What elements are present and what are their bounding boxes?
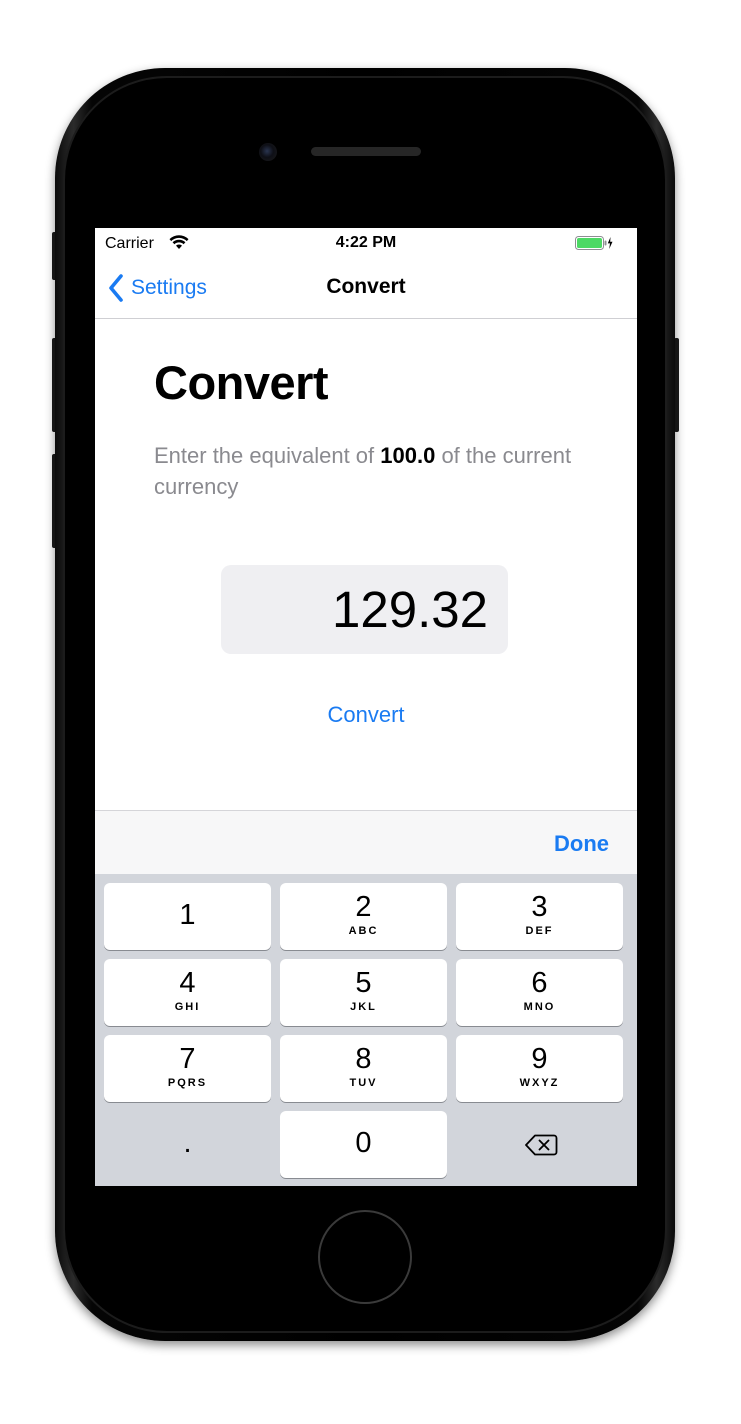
- key-letters: WXYZ: [519, 1077, 560, 1089]
- key-0[interactable]: 0: [280, 1111, 447, 1178]
- backspace-icon: [525, 1134, 558, 1156]
- key-7[interactable]: 7 PQRS: [104, 1035, 271, 1102]
- backspace-key[interactable]: [456, 1111, 623, 1178]
- home-button[interactable]: [318, 1210, 412, 1304]
- key-8[interactable]: 8 TUV: [280, 1035, 447, 1102]
- key-1[interactable]: 1: [104, 883, 271, 950]
- front-camera: [259, 143, 277, 161]
- key-digit: 8: [355, 1043, 372, 1075]
- key-digit: 5: [355, 967, 372, 999]
- key-decimal-point[interactable]: .: [104, 1111, 271, 1178]
- done-button[interactable]: Done: [554, 831, 609, 857]
- earpiece-speaker: [311, 147, 421, 156]
- key-digit: 9: [531, 1043, 548, 1075]
- key-5[interactable]: 5 JKL: [280, 959, 447, 1026]
- key-letters: DEF: [525, 925, 554, 937]
- key-2[interactable]: 2 ABC: [280, 883, 447, 950]
- key-digit: 7: [179, 1043, 196, 1075]
- key-letters: MNO: [523, 1001, 556, 1013]
- page-title: Convert: [154, 356, 329, 409]
- reference-amount: 100.0: [380, 443, 436, 468]
- status-bar: Carrier 4:22 PM: [95, 228, 637, 258]
- description-prefix: Enter the equivalent of: [154, 443, 381, 468]
- battery-charging-icon: [575, 236, 613, 250]
- key-digit: 4: [179, 967, 196, 999]
- key-9[interactable]: 9 WXYZ: [456, 1035, 623, 1102]
- key-3[interactable]: 3 DEF: [456, 883, 623, 950]
- key-letters: PQRS: [167, 1077, 208, 1089]
- key-digit: 1: [179, 899, 196, 931]
- key-letters: JKL: [350, 1001, 377, 1013]
- convert-button[interactable]: Convert: [95, 702, 637, 728]
- navigation-bar: Settings Convert: [95, 258, 637, 319]
- numeric-keypad: 1 2 ABC 3 DEF 4 GHI 5 JKL 6 MNO 7 PQRS 8…: [95, 874, 637, 1186]
- key-digit: 0: [355, 1127, 372, 1159]
- clock: 4:22 PM: [335, 234, 397, 251]
- key-6[interactable]: 6 MNO: [456, 959, 623, 1026]
- key-letters: TUV: [349, 1077, 378, 1089]
- key-digit: 2: [355, 891, 372, 923]
- key-letters: ABC: [348, 925, 379, 937]
- screen: Carrier 4:22 PM Settings Convert Convert…: [95, 228, 637, 1186]
- keyboard-accessory-bar: Done: [95, 810, 637, 874]
- key-digit: .: [183, 1127, 192, 1159]
- description-text: Enter the equivalent of 100.0 of the cur…: [154, 440, 594, 502]
- key-letters: GHI: [174, 1001, 201, 1013]
- key-4[interactable]: 4 GHI: [104, 959, 271, 1026]
- nav-title: Convert: [326, 275, 406, 298]
- amount-input[interactable]: 129.32: [221, 565, 508, 654]
- key-digit: 3: [531, 891, 548, 923]
- key-digit: 6: [531, 967, 548, 999]
